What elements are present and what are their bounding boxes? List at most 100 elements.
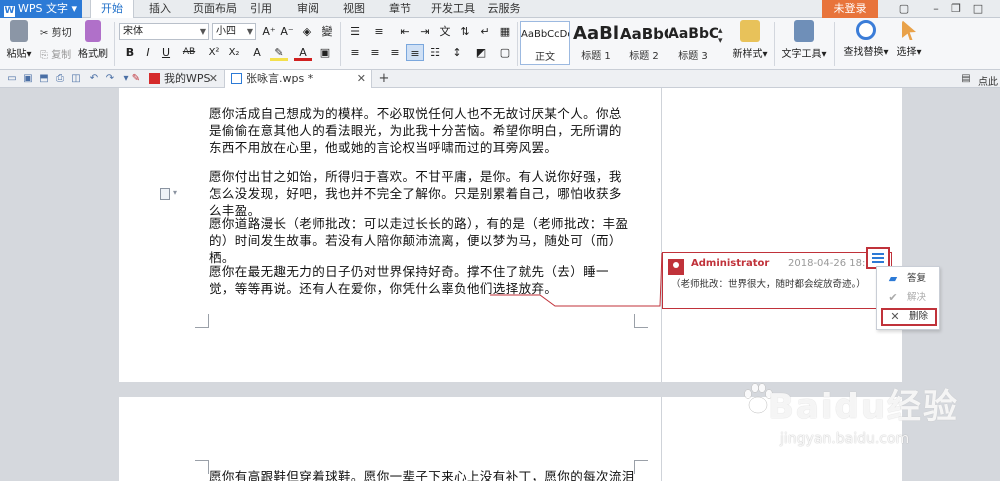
line-spacing-icon[interactable]: ↕ [448,44,466,61]
paste-label: 粘贴 [6,49,27,60]
tab-references[interactable]: 引用 [243,0,279,18]
tab-review[interactable]: 审阅 [290,0,326,18]
numbering-icon[interactable]: ≡ [370,23,388,40]
shading-icon[interactable]: ◩ [472,44,490,61]
borders-icon[interactable]: ▢ [496,44,514,61]
underline-icon[interactable]: U [157,44,175,61]
print-preview-icon[interactable]: ◫ [70,73,82,85]
paste-button[interactable]: 粘贴▾ [4,20,34,60]
style-heading-1-label: 标题 1 [581,51,611,62]
tab-page-layout[interactable]: 页面布局 [185,0,245,18]
subscript-icon[interactable]: X₂ [225,44,243,61]
tab-home[interactable]: 开始 [90,0,134,19]
distributed-icon[interactable]: ☷ [426,44,444,61]
text-tools-button[interactable]: 文字工具▾ [780,20,828,60]
clear-format-icon[interactable]: ◈ [298,23,316,40]
copy-label: 复制 [51,50,72,61]
baidu-watermark: Baidu经验 jingyan.baidu.com [720,375,990,475]
char-border-icon[interactable]: ▣ [316,44,334,61]
app-menu-label: WPS 文字 [18,2,68,15]
delete-menu-item[interactable]: ✕ 删除 [881,308,937,326]
tab-developer[interactable]: 开发工具 [428,0,478,18]
chinese-layout-icon[interactable]: 文 [436,23,454,40]
resolve-label: 解决 [907,292,927,303]
check-icon: ✔ [888,291,898,304]
paragraph[interactable]: 愿你有高跟鞋但穿着球鞋。愿你一辈子下来心上没有补丁，愿你的每次流泪都是 [209,468,634,481]
new-style-button[interactable]: 新样式▾ [730,20,770,60]
outdent-icon[interactable]: ⇤ [396,23,414,40]
comment-text[interactable]: （老师批改：世界很大，随时都会绽放奇迹。） [671,276,866,290]
paragraph[interactable]: 愿你付出甘之如饴，所得归于喜欢。不甘平庸，是你。有人说你好强，我怎么没发现，好吧… [209,168,634,219]
divider [340,22,341,66]
font-name-select[interactable]: 宋体 ▼ [119,23,209,40]
cut-button[interactable]: ✂ 剪切 [40,24,72,39]
table-icon[interactable]: ▦ [496,23,514,40]
italic-icon[interactable]: I [139,44,157,61]
comment-balloon[interactable]: Administrator 2018-04-26 18:13 （老师批改：世界很… [662,252,892,309]
styles-scroll-icon[interactable]: ▴ ▾ [718,26,723,46]
close-icon[interactable]: ✕ [209,70,218,88]
tab-cloud-service[interactable]: 云服务 [484,0,524,18]
reply-label: 答复 [907,273,927,284]
app-menu-button[interactable]: W WPS 文字 ▾ [0,0,82,18]
indent-icon[interactable]: ⇥ [416,23,434,40]
tab-view[interactable]: 视图 [336,0,372,18]
find-replace-button[interactable]: 查找替换▾ [840,20,892,58]
chevron-down-icon: ▼ [199,27,206,36]
pinyin-icon[interactable]: 變 [318,23,336,40]
close-icon[interactable]: ✕ [357,70,366,88]
format-painter-button[interactable]: 格式刷 [78,20,108,60]
copy-button[interactable]: ⎘ 复制 [40,46,71,61]
comment-author: Administrator [691,258,770,269]
select-button[interactable]: 选择▾ [892,20,926,58]
strikethrough-icon[interactable]: AB [180,44,198,61]
redo-icon[interactable]: ↷ [104,73,116,85]
align-right-icon[interactable]: ≡ [386,44,404,61]
paragraph[interactable]: 愿你活成自己想成为的模样。不必取悦任何人也不无故讨厌某个人。你总是偷偷在意其他人… [209,105,634,156]
new-tab-icon[interactable]: + [378,72,390,85]
login-button[interactable]: 未登录 [822,0,878,18]
divider [114,22,115,66]
align-justify-icon[interactable]: ≡ [406,44,424,61]
resolve-menu-item[interactable]: ✔ 解决 [881,289,937,307]
tab-my-wps[interactable]: 我的WPS ✕ [143,70,223,88]
grow-font-icon[interactable]: A⁺ [260,23,278,40]
style-heading-2[interactable]: AaBbC 标题 2 [620,21,668,65]
align-left-icon[interactable]: ≡ [346,44,364,61]
reply-menu-item[interactable]: ▰ 答复 [881,270,937,288]
text-effects-icon[interactable]: A [248,44,266,61]
minimize-icon[interactable]: – [928,1,944,17]
skin-icon[interactable]: ▢ [896,1,912,17]
align-center-icon[interactable]: ≡ [366,44,384,61]
search-icon [856,20,876,40]
save-icon[interactable]: ▣ [22,73,34,85]
maximize-icon[interactable]: □ [970,1,986,17]
bold-icon[interactable]: B [121,44,139,61]
undo-icon[interactable]: ↶ [88,73,100,85]
show-marks-icon[interactable]: ↵ [476,23,494,40]
print-icon[interactable]: ⎙ [54,73,66,85]
restore-icon[interactable]: ❐ [948,1,964,17]
shrink-font-icon[interactable]: A⁻ [278,23,296,40]
tab-insert[interactable]: 插入 [140,0,180,18]
font-size-select[interactable]: 小四 ▼ [212,23,256,40]
tab-active-document-label: 张咏言.wps * [246,72,314,85]
style-normal[interactable]: AaBbCcDd 正文 [520,21,570,65]
open-folder-icon[interactable]: ▭ [6,73,18,85]
superscript-icon[interactable]: X² [205,44,223,61]
comment-timestamp: 2018-04-26 18:13 [788,258,879,269]
pin-icon[interactable]: ✎ [130,73,142,85]
scissors-icon: ✂ [40,28,49,39]
tab-chapter[interactable]: 章节 [382,0,418,18]
highlight-icon[interactable]: ✎ [270,44,288,61]
comment-toggle-icon[interactable]: ▤ [960,73,972,85]
bullets-icon[interactable]: ☰ [346,23,364,40]
paragraph-layout-icon[interactable] [160,188,170,200]
chevron-down-icon[interactable]: ▾ [173,188,177,197]
tab-active-document[interactable]: 张咏言.wps * ✕ [224,70,372,88]
export-pdf-icon[interactable]: ⬒ [38,73,50,85]
style-heading-3[interactable]: AaBbC 标题 3 [668,21,718,65]
sort-icon[interactable]: ⇅ [456,23,474,40]
font-color-icon[interactable]: A [294,44,312,61]
style-heading-1[interactable]: AaBl 标题 1 [572,21,620,65]
